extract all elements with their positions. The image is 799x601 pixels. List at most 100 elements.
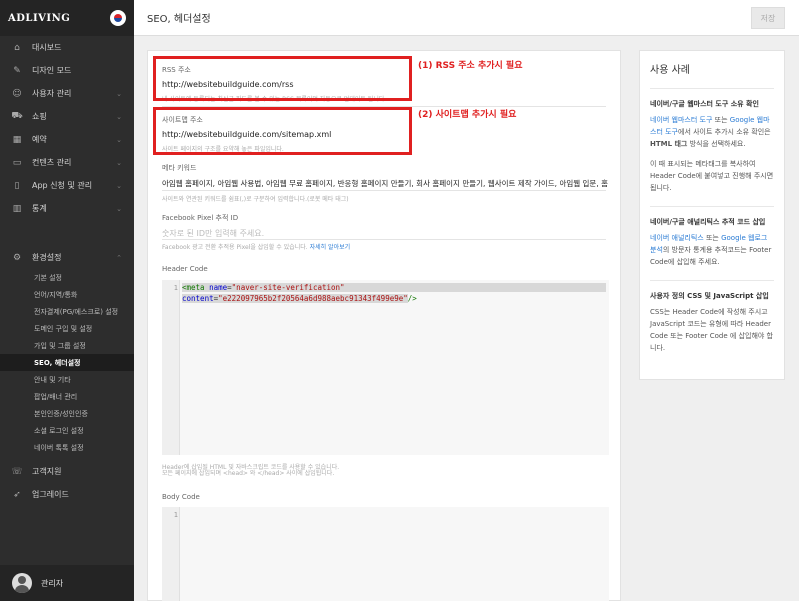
- home-icon: ⌂: [14, 42, 20, 53]
- text-span: 또는: [712, 116, 730, 124]
- sidebar-sub-membership[interactable]: 가입 및 그룹 설정: [0, 337, 134, 354]
- text-span: 의 방문자 통계용 추적코드는 Footer Code에 삽입해 주세요.: [650, 246, 772, 266]
- facebook-pixel-field: Facebook Pixel 추적 ID 숫자로 된 ID만 입력해 주세요.: [162, 213, 264, 239]
- analytics-text: 네이버 애널리틱스 또는 Google 웹로그 분석의 방문자 통계용 추적코드…: [650, 232, 774, 268]
- sidebar-sub-domain[interactable]: 도메인 구입 및 설정: [0, 320, 134, 337]
- mobile-icon: ▯: [14, 180, 20, 191]
- sidebar-item-label: 컨텐츠 관리: [32, 158, 72, 167]
- admin-name: 관리자: [41, 578, 64, 588]
- custom-code-head: 사용자 정의 CSS 및 JavaScript 삽입: [650, 292, 769, 300]
- header-code-help-2: 모든 페이지에 삽입되며 <head> 와 </head> 사이에 삽입됩니다.: [162, 470, 335, 477]
- chevron-down-icon: ⌄: [116, 112, 122, 121]
- sidebar-item-design-mode[interactable]: ✎ 디자인 모드: [0, 59, 134, 82]
- code-tag: <meta: [182, 283, 210, 292]
- gear-icon: ⚙: [12, 252, 22, 263]
- webmaster-head: 네이버/구글 웹마스터 도구 소유 확인: [650, 100, 759, 108]
- sidebar-item-dashboard[interactable]: ⌂ 대시보드: [0, 36, 134, 59]
- sidebar-item-label: 쇼핑: [32, 112, 47, 121]
- brand-bar: ADLIVING: [0, 0, 134, 36]
- usage-examples-panel: 사용 사례 네이버/구글 웹마스터 도구 소유 확인 네이버 웹마스터 도구 또…: [639, 50, 785, 380]
- sidebar-item-statistics[interactable]: ▥ 통계 ⌄: [0, 197, 134, 220]
- chevron-down-icon: ⌄: [116, 158, 122, 167]
- sidebar-item-label: 예약: [32, 135, 47, 144]
- code-line-2: content="e222097965b2f20564a6d988aebc913…: [182, 294, 417, 303]
- code-attr: content: [182, 294, 214, 303]
- chevron-down-icon: ⌄: [116, 89, 122, 98]
- main-nav: ⌂ 대시보드 ✎ 디자인 모드 ☺ 사용자 관리 ⌄ ⛟ 쇼핑 ⌄ ▦ 예약 ⌄ ▭ 컨텐츠 관리…: [0, 36, 134, 220]
- meta-keywords-field: 메타 키워드 아임웹 홈페이지, 아임웹 사용법, 아임웹 무료 홈페이지, 반…: [162, 163, 608, 203]
- sidebar-sub-guide[interactable]: 안내 및 기타: [0, 371, 134, 388]
- sidebar-item-support[interactable]: ☏ 고객지원: [0, 460, 134, 483]
- korea-flag-icon[interactable]: [110, 10, 126, 26]
- settings-section: ⚙ 환경설정 ⌃ 기본 설정 언어/지역/통화 전자결제(PG/에스크로) 설정 도…: [0, 246, 134, 456]
- sidebar-item-settings[interactable]: ⚙ 환경설정 ⌃: [0, 246, 134, 269]
- sidebar: ADLIVING ⌂ 대시보드 ✎ 디자인 모드 ☺ 사용자 관리 ⌄ ⛟ 쇼핑 ⌄ ▦ 예약…: [0, 0, 134, 601]
- sidebar-item-shopping[interactable]: ⛟ 쇼핑 ⌄: [0, 105, 134, 128]
- facebook-pixel-input[interactable]: 숫자로 된 ID만 입력해 주세요.: [162, 228, 264, 239]
- cart-icon: ⛟: [11, 111, 23, 121]
- meta-keywords-input[interactable]: 아임웹 홈페이지, 아임웹 사용법, 아임웹 무료 홈페이지, 반응형 홈페이지…: [162, 178, 608, 189]
- avatar: [12, 573, 32, 593]
- rss-highlight-box: [153, 56, 412, 101]
- sidebar-item-reservation[interactable]: ▦ 예약 ⌄: [0, 128, 134, 151]
- header-code-editor[interactable]: 1 <meta name="naver-site-verification" c…: [162, 280, 609, 455]
- rocket-icon: ➶: [13, 489, 21, 500]
- sidebar-item-contents[interactable]: ▭ 컨텐츠 관리 ⌄: [0, 151, 134, 174]
- learn-more-link[interactable]: 자세히 알아보기: [310, 244, 351, 251]
- save-button[interactable]: 저장: [751, 7, 785, 29]
- sidebar-sub-language[interactable]: 언어/지역/통화: [0, 286, 134, 303]
- sidebar-sub-basic[interactable]: 기본 설정: [0, 269, 134, 286]
- webmaster-text-2: 이 때 표시되는 메타태그를 복사하여 Header Code에 붙여넣고 진행…: [650, 160, 774, 192]
- sidebar-sub-seo[interactable]: SEO, 헤더설정: [0, 354, 134, 371]
- bar-chart-icon: ▥: [12, 203, 22, 214]
- analytics-block: 네이버/구글 애널리틱스 추적 코드 삽입 네이버 애널리틱스 또는 Googl…: [650, 207, 774, 281]
- sitemap-annotation: (2) 사이트맵 추가시 필요: [418, 110, 517, 120]
- webmaster-block: 네이버/구글 웹마스터 도구 소유 확인 네이버 웹마스터 도구 또는 Goog…: [650, 89, 774, 207]
- sidebar-sub-auth[interactable]: 본인인증/성인인증: [0, 405, 134, 422]
- text-span: 에서 사이트 추가시 소유 확인은: [678, 128, 771, 136]
- sidebar-item-label: 고객지원: [32, 467, 62, 476]
- sidebar-item-label: 통계: [32, 204, 47, 213]
- sidebar-item-label: 대시보드: [32, 43, 62, 52]
- rss-annotation: (1) RSS 주소 추가시 필요: [418, 61, 523, 71]
- page-title: SEO, 헤더설정: [147, 14, 211, 25]
- divider: [162, 190, 606, 191]
- body-code-label: Body Code: [162, 493, 200, 501]
- sidebar-item-upgrade[interactable]: ➶ 업그레이드: [0, 483, 134, 506]
- chevron-down-icon: ⌄: [116, 181, 122, 190]
- sidebar-item-app[interactable]: ▯ App 신청 및 관리 ⌄: [0, 174, 134, 197]
- sidebar-item-label: 업그레이드: [32, 490, 69, 499]
- usage-examples-title: 사용 사례: [650, 61, 774, 89]
- custom-code-block: 사용자 정의 CSS 및 JavaScript 삽입 CSS는 Header C…: [650, 281, 774, 366]
- naver-analytics-link[interactable]: 네이버 애널리틱스: [650, 234, 704, 242]
- support-icon: ☏: [11, 466, 23, 477]
- topbar: SEO, 헤더설정 저장: [134, 0, 799, 36]
- line-number: 1: [173, 511, 178, 519]
- admin-profile[interactable]: 관리자: [0, 565, 134, 601]
- analytics-head: 네이버/구글 애널리틱스 추적 코드 삽입: [650, 218, 766, 226]
- sidebar-item-users[interactable]: ☺ 사용자 관리 ⌄: [0, 82, 134, 105]
- brand-logo[interactable]: ADLIVING: [8, 13, 70, 24]
- chevron-up-icon: ⌃: [116, 253, 122, 262]
- code-attr: name: [209, 283, 228, 292]
- divider: [162, 239, 606, 240]
- inbox-icon: ▭: [12, 157, 22, 168]
- line-number: 1: [173, 284, 178, 292]
- user-icon: ☺: [12, 88, 22, 99]
- calendar-icon: ▦: [12, 134, 22, 145]
- extra-nav: ☏ 고객지원 ➶ 업그레이드: [0, 460, 134, 506]
- body-code-editor[interactable]: 1: [162, 507, 609, 601]
- sidebar-sub-naver-talk[interactable]: 네이버 톡톡 설정: [0, 439, 134, 456]
- text-span: 방식을 선택하세요.: [687, 140, 746, 148]
- sidebar-sub-social-login[interactable]: 소셜 로그인 설정: [0, 422, 134, 439]
- naver-webmaster-link[interactable]: 네이버 웹마스터 도구: [650, 116, 712, 124]
- sidebar-sub-popup[interactable]: 팝업/배너 관리: [0, 388, 134, 405]
- sidebar-item-label: App 신청 및 관리: [32, 181, 93, 190]
- code-string: "e222097965b2f20564a6d988aebc91343f499e9…: [218, 294, 408, 303]
- chevron-down-icon: ⌄: [116, 135, 122, 144]
- facebook-pixel-label: Facebook Pixel 추적 ID: [162, 214, 239, 222]
- webmaster-text: 네이버 웹마스터 도구 또는 Google 웹마스터 도구에서 사이트 추가시 …: [650, 114, 774, 150]
- sidebar-item-label: 사용자 관리: [32, 89, 72, 98]
- sidebar-sub-payment[interactable]: 전자결제(PG/에스크로) 설정: [0, 303, 134, 320]
- sidebar-item-label: 디자인 모드: [32, 66, 72, 75]
